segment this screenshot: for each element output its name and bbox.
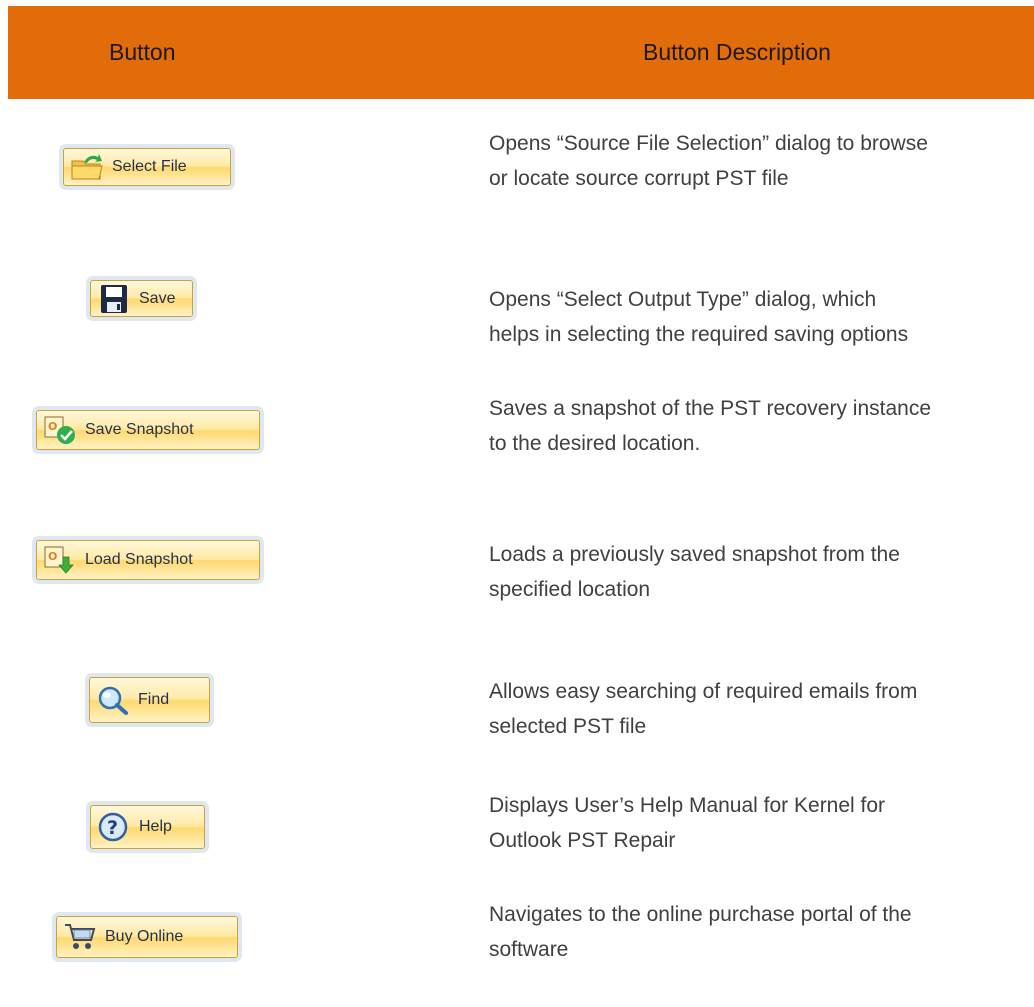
open-folder-icon (70, 152, 104, 182)
snapshot-check-icon: O (43, 415, 77, 445)
shopping-cart-icon (63, 922, 97, 952)
find-button[interactable]: Find (89, 677, 210, 723)
description-help: Displays User’s Help Manual for Kernel f… (489, 794, 886, 852)
save-button[interactable]: Save (90, 280, 193, 317)
save-snapshot-label: Save Snapshot (85, 421, 194, 438)
select-file-button[interactable]: Select File (63, 148, 231, 186)
table-row: Select File Opens “Source File Selection… (0, 120, 1034, 220)
header-button-column: Button (109, 39, 176, 65)
description-buy-online: Navigates to the online purchase portal … (489, 903, 912, 961)
table-row: O Load Snapshot Loads a previously saved… (0, 525, 1034, 625)
description-select-file: Opens “Source File Selection” dialog to … (489, 132, 928, 190)
load-snapshot-label: Load Snapshot (85, 551, 193, 568)
snapshot-load-icon: O (43, 545, 77, 575)
table-row: Buy Online Navigates to the online purch… (0, 900, 1034, 1000)
buy-online-button[interactable]: Buy Online (56, 916, 238, 958)
svg-text:?: ? (107, 817, 118, 839)
svg-text:O: O (48, 550, 57, 563)
load-snapshot-button[interactable]: O Load Snapshot (36, 540, 260, 580)
help-icon: ? (97, 812, 131, 842)
header-description-column: Button Description (643, 39, 831, 65)
floppy-disk-icon (97, 284, 131, 314)
table-row: ? Help Displays User’s Help Manual for K… (0, 790, 1034, 890)
table-row: Save Opens “Select Output Type” dialog, … (0, 255, 1034, 355)
save-snapshot-button[interactable]: O Save Snapshot (36, 410, 260, 450)
find-label: Find (138, 691, 170, 708)
help-button[interactable]: ? Help (90, 805, 205, 849)
table-row: O Save Snapshot Saves a snapshot of the … (0, 395, 1034, 495)
buy-online-label: Buy Online (105, 928, 184, 945)
save-label: Save (139, 289, 176, 307)
description-find: Allows easy searching of required emails… (489, 680, 918, 738)
table-row: Find Allows easy searching of required e… (0, 660, 1034, 760)
magnifier-icon (96, 685, 130, 715)
description-save: Opens “Select Output Type” dialog, which… (489, 288, 909, 346)
table-header: Button Button Description (8, 6, 1034, 99)
help-label: Help (139, 818, 172, 835)
description-save-snapshot: Saves a snapshot of the PST recovery ins… (489, 397, 932, 455)
svg-text:O: O (48, 420, 57, 433)
select-file-label: Select File (112, 158, 187, 175)
description-load-snapshot: Loads a previously saved snapshot from t… (489, 543, 900, 601)
